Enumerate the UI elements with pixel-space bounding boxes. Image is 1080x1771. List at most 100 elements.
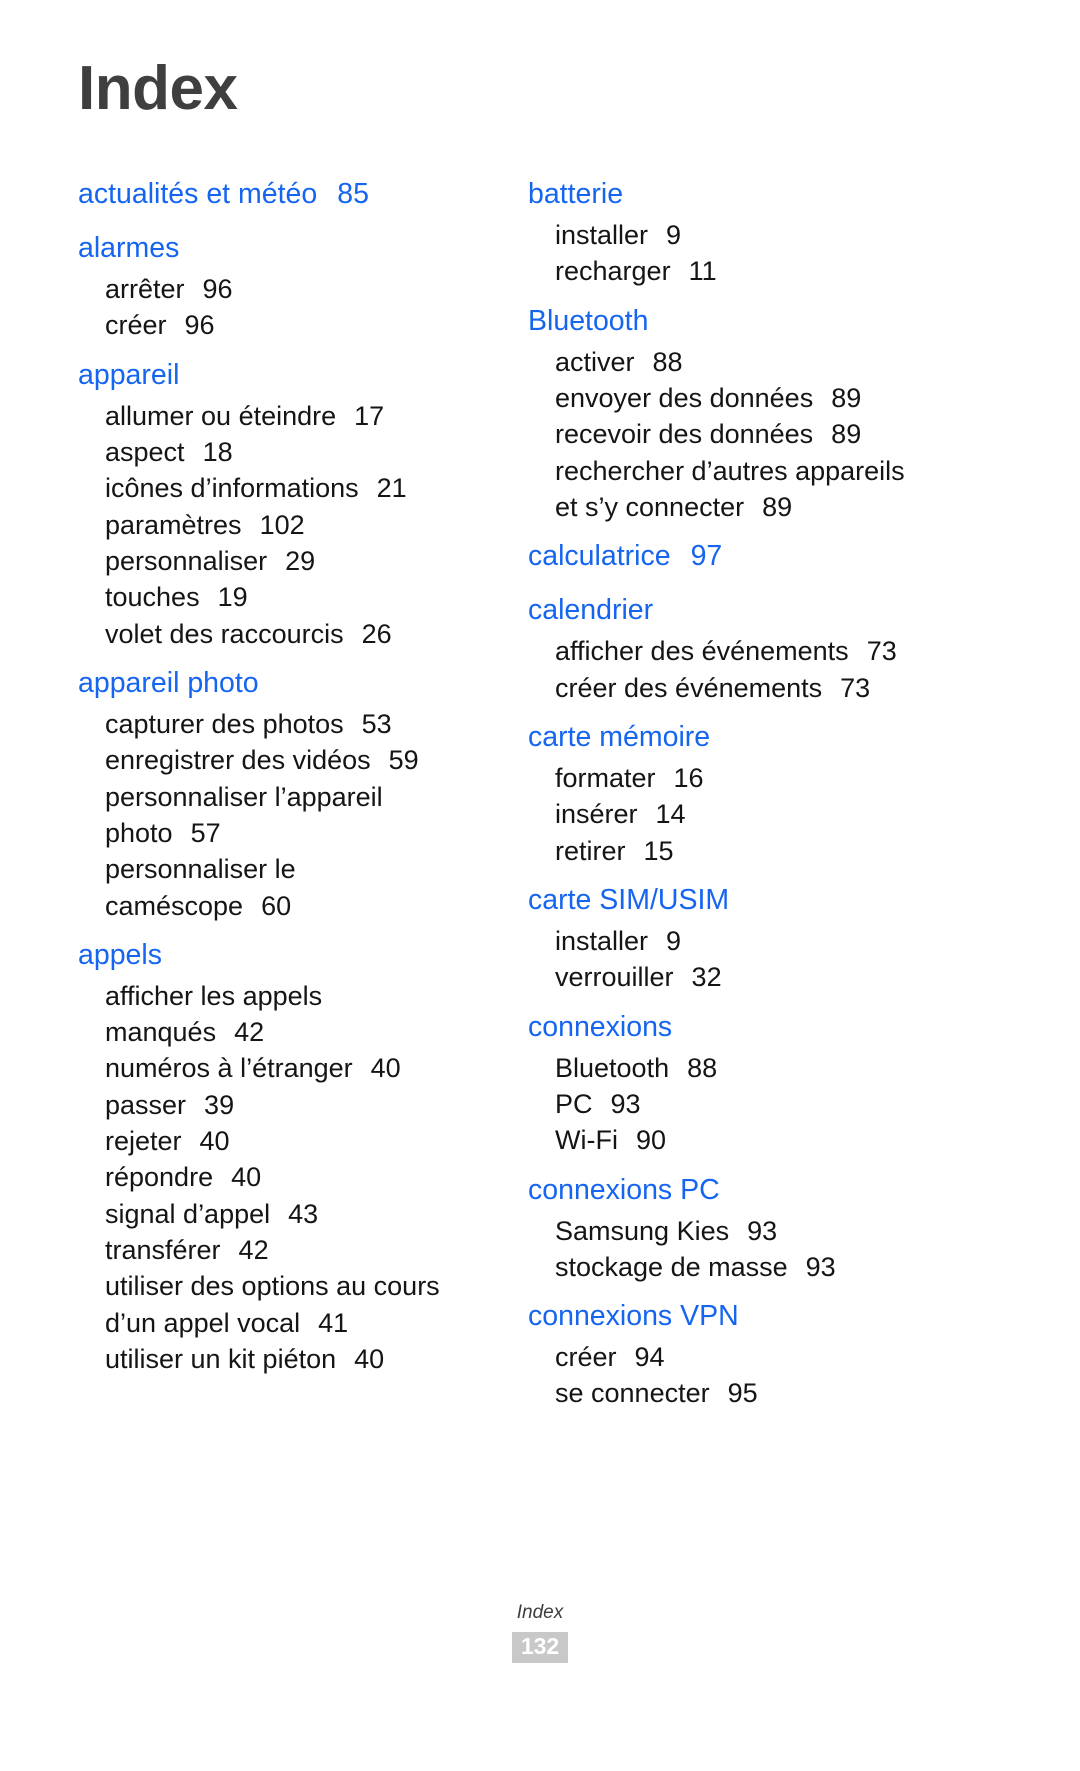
index-group-heading[interactable]: alarmes: [78, 226, 478, 271]
index-column-left: actualités et météo 85 alarmes arrêter 96 cré…: [78, 163, 478, 1381]
index-group: appareil allumer ou éteindre 17 aspect 18 icô…: [78, 353, 478, 652]
index-subentry[interactable]: transférer 42: [78, 1232, 478, 1268]
index-subentry[interactable]: numéros à l’étranger 40: [78, 1050, 478, 1086]
index-subentry[interactable]: passer 39: [78, 1087, 478, 1123]
index-group-label: Bluetooth: [528, 304, 649, 337]
index-subentry[interactable]: rechercher d’autres appareils: [528, 453, 1008, 489]
index-subentry[interactable]: afficher les appels: [78, 978, 478, 1014]
index-subentry-list: créer 94 se connecter 95: [528, 1339, 1008, 1412]
index-group-heading[interactable]: calendrier: [528, 588, 1008, 633]
index-subentry[interactable]: paramètres 102: [78, 507, 478, 543]
index-subentry[interactable]: créer 94: [528, 1339, 1008, 1375]
index-subentry[interactable]: personnaliser 29: [78, 543, 478, 579]
index-subentry-label: créer: [105, 310, 167, 341]
index-subentry-page-number: 95: [727, 1378, 758, 1409]
index-subentry[interactable]: installer 9: [528, 217, 1008, 253]
index-subentry-label: installer: [555, 925, 649, 956]
index-subentry[interactable]: se connecter 95: [528, 1375, 1008, 1411]
index-group: actualités et météo 85: [78, 172, 478, 217]
index-subentry[interactable]: verrouiller 32: [528, 959, 1008, 995]
index-group-heading[interactable]: Bluetooth: [528, 299, 1008, 344]
index-subentry[interactable]: Wi-Fi 90: [528, 1122, 1008, 1158]
index-subentry[interactable]: installer 9: [528, 923, 1008, 959]
index-subentry[interactable]: capturer des photos 53: [78, 706, 478, 742]
index-subentry[interactable]: d’un appel vocal 41: [78, 1305, 478, 1341]
index-subentry[interactable]: retirer 15: [528, 833, 1008, 869]
index-subentry-page-number: 89: [831, 419, 862, 450]
index-group: batterie installer 9 recharger 11: [528, 172, 1008, 290]
index-subentry[interactable]: répondre 40: [78, 1159, 478, 1195]
index-subentry[interactable]: créer des événements 73: [528, 670, 1008, 706]
index-subentry-label: Wi-Fi: [555, 1125, 618, 1156]
index-subentry-label: capturer des photos: [105, 708, 344, 739]
index-subentry[interactable]: recharger 11: [528, 253, 1008, 289]
index-subentry-label: arrêter: [105, 274, 185, 305]
index-subentry-page-number: 73: [840, 672, 871, 703]
index-subentry[interactable]: signal d’appel 43: [78, 1196, 478, 1232]
index-group-heading[interactable]: carte mémoire: [528, 715, 1008, 760]
index-subentry[interactable]: stockage de masse 93: [528, 1249, 1008, 1285]
index-group-label: appels: [78, 938, 162, 971]
index-subentry[interactable]: allumer ou éteindre 17: [78, 398, 478, 434]
index-subentry[interactable]: formater 16: [528, 760, 1008, 796]
index-group-heading[interactable]: appareil photo: [78, 661, 478, 706]
index-group-heading[interactable]: calculatrice 97: [528, 534, 1008, 579]
index-subentry[interactable]: Bluetooth 88: [528, 1050, 1008, 1086]
index-subentry[interactable]: manqués 42: [78, 1014, 478, 1050]
index-group-heading[interactable]: appareil: [78, 353, 478, 398]
index-subentry[interactable]: envoyer des données 89: [528, 380, 1008, 416]
index-subentry-page-number: 93: [747, 1215, 778, 1246]
index-subentry[interactable]: insérer 14: [528, 796, 1008, 832]
index-subentry[interactable]: personnaliser l’appareil: [78, 779, 478, 815]
index-subentry[interactable]: utiliser des options au cours: [78, 1268, 478, 1304]
index-subentry[interactable]: afficher des événements 73: [528, 633, 1008, 669]
index-group-heading[interactable]: connexions PC: [528, 1168, 1008, 1213]
index-subentry-page-number: 40: [370, 1053, 401, 1084]
index-group-heading[interactable]: appels: [78, 933, 478, 978]
index-subentry-page-number: 43: [288, 1198, 319, 1229]
index-subentry-label: Bluetooth: [555, 1052, 670, 1083]
index-group-heading[interactable]: connexions: [528, 1005, 1008, 1050]
index-subentry[interactable]: PC 93: [528, 1086, 1008, 1122]
index-group-label: connexions: [528, 1010, 673, 1043]
index-subentry[interactable]: icônes d’informations 21: [78, 470, 478, 506]
index-subentry[interactable]: et s’y connecter 89: [528, 489, 1008, 525]
index-group-heading[interactable]: batterie: [528, 172, 1008, 217]
index-subentry[interactable]: Samsung Kies 93: [528, 1213, 1008, 1249]
index-subentry-label: passer: [105, 1089, 187, 1120]
index-subentry[interactable]: touches 19: [78, 579, 478, 615]
index-subentry-page-number: 41: [318, 1307, 349, 1338]
index-group: carte mémoire formater 16 insérer 14 retirer 1…: [528, 715, 1008, 869]
index-subentry-page-number: 15: [643, 835, 674, 866]
footer-page-number: 132: [511, 1632, 569, 1663]
index-subentry-label: se connecter: [555, 1378, 710, 1409]
index-group-heading[interactable]: connexions VPN: [528, 1294, 1008, 1339]
index-group-heading[interactable]: carte SIM/USIM: [528, 878, 1008, 923]
index-subentry-page-number: 9: [666, 925, 682, 956]
index-subentry[interactable]: personnaliser le: [78, 851, 478, 887]
index-subentry-list: Bluetooth 88 PC 93 Wi-Fi 90: [528, 1050, 1008, 1159]
index-subentry[interactable]: photo 57: [78, 815, 478, 851]
index-subentry[interactable]: activer 88: [528, 344, 1008, 380]
index-subentry[interactable]: créer 96: [78, 307, 478, 343]
index-subentry-page-number: 96: [184, 310, 215, 341]
index-subentry[interactable]: recevoir des données 89: [528, 416, 1008, 452]
index-group-label: appareil: [78, 358, 180, 391]
index-subentry-list: installer 9 recharger 11: [528, 217, 1008, 290]
index-subentry-page-number: 93: [805, 1251, 836, 1282]
index-subentry[interactable]: arrêter 96: [78, 271, 478, 307]
index-subentry-page-number: 21: [376, 473, 407, 504]
index-subentry-label: manqués: [105, 1017, 217, 1048]
index-subentry[interactable]: aspect 18: [78, 434, 478, 470]
index-group-page-number: 97: [690, 540, 723, 573]
index-group-label: connexions PC: [528, 1173, 720, 1206]
index-subentry-page-number: 88: [652, 346, 683, 377]
index-subentry[interactable]: enregistrer des vidéos 59: [78, 742, 478, 778]
index-group-heading[interactable]: actualités et météo 85: [78, 172, 478, 217]
index-subentry-list: installer 9 verrouiller 32: [528, 923, 1008, 996]
index-subentry[interactable]: rejeter 40: [78, 1123, 478, 1159]
index-subentry-label: et s’y connecter: [555, 492, 745, 522]
index-subentry[interactable]: utiliser un kit piéton 40: [78, 1341, 478, 1377]
index-subentry[interactable]: volet des raccourcis 26: [78, 616, 478, 652]
index-subentry[interactable]: caméscope 60: [78, 888, 478, 924]
